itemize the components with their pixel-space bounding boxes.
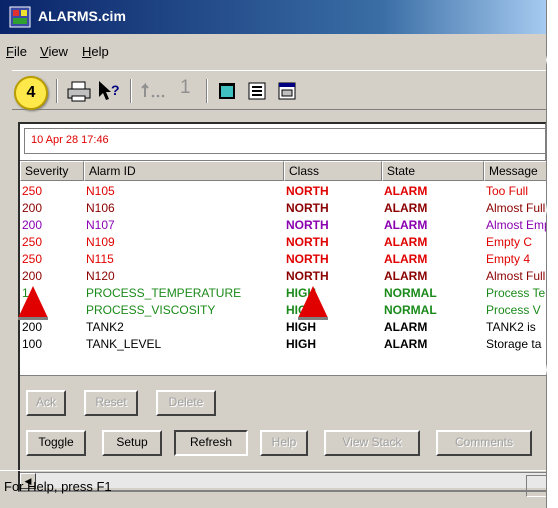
cell-severity: 200 xyxy=(22,201,43,215)
cell-state: ALARM xyxy=(384,235,428,249)
cell-state: ALARM xyxy=(384,269,428,283)
column-header-class[interactable]: Class xyxy=(284,161,382,181)
cell-message: Empty 4 xyxy=(486,252,531,266)
reset-button[interactable]: Reset xyxy=(84,390,138,416)
comments-button[interactable]: Comments xyxy=(436,430,532,456)
toolbar-separator xyxy=(130,79,132,103)
help-button[interactable]: Help xyxy=(260,430,308,456)
table-row[interactable]: 200 TANK2 HIGH ALARM TANK2 is xyxy=(20,319,546,336)
alarms-window: ALARMS.cim File View Help ? 1 4 10 Apr 2… xyxy=(0,0,547,508)
cell-severity: 250 xyxy=(22,235,43,249)
cell-state: ALARM xyxy=(384,320,428,334)
cell-state: ALARM xyxy=(384,201,428,215)
cell-message: Almost Empty xyxy=(486,218,546,232)
context-help-icon[interactable]: ? xyxy=(96,79,122,103)
cell-id: N120 xyxy=(86,269,115,283)
column-header-state[interactable]: State xyxy=(382,161,484,181)
ack-button[interactable]: Ack xyxy=(26,390,66,416)
cell-class: NORTH xyxy=(286,201,329,215)
status-text: For Help, press F1 xyxy=(4,479,112,494)
cell-state: ALARM xyxy=(384,184,428,198)
status-bar: For Help, press F1 xyxy=(0,470,546,500)
cell-class: NORTH xyxy=(286,269,329,283)
cell-state: ALARM xyxy=(384,252,428,266)
red-arrow-marker-icon xyxy=(18,286,48,320)
toolbar-separator xyxy=(206,79,208,103)
cell-severity: 200 xyxy=(22,269,43,283)
table-row[interactable]: 200 N120 NORTH ALARM Almost Full xyxy=(20,268,546,285)
svg-text:?: ? xyxy=(111,82,120,98)
table-row[interactable]: 1PROCESS_VISCOSITYHIGHNORMALProcess V xyxy=(20,302,546,319)
setup-button[interactable]: Setup xyxy=(102,430,162,456)
date-line: 10 Apr 28 17:46 xyxy=(24,128,546,154)
cell-message: TANK2 is xyxy=(486,320,536,334)
cell-severity: 100 xyxy=(22,337,43,351)
refresh-button[interactable]: Refresh xyxy=(174,430,248,456)
toolbar-counter: 1 xyxy=(180,77,191,98)
print-icon[interactable] xyxy=(66,79,92,103)
cell-id: TANK_LEVEL xyxy=(86,337,162,351)
cell-severity: 250 xyxy=(22,252,43,266)
cell-state: NORMAL xyxy=(384,303,437,317)
window-title: ALARMS.cim xyxy=(38,8,126,24)
table-row[interactable]: 200 N106 NORTH ALARM Almost Full xyxy=(20,200,546,217)
toolbar: ? 1 xyxy=(12,70,546,110)
table-row[interactable]: 200 N107 NORTH ALARM Almost Empty xyxy=(20,217,546,234)
cell-class: NORTH xyxy=(286,252,329,266)
cell-message: Storage ta xyxy=(486,337,542,351)
cell-state: ALARM xyxy=(384,218,428,232)
cell-message: Too Full xyxy=(486,184,529,198)
alarm-panel: 10 Apr 28 17:46 Severity Alarm ID Class … xyxy=(18,122,546,492)
menu-file[interactable]: File xyxy=(6,44,27,59)
cell-severity: 200 xyxy=(22,218,43,232)
table-row[interactable]: 250 N105 NORTH ALARM Too Full xyxy=(20,183,546,200)
cell-id: PROCESS_TEMPERATURE xyxy=(86,286,242,300)
table-row[interactable]: 100 TANK_LEVEL HIGH ALARM Storage ta xyxy=(20,336,546,353)
menu-bar: File View Help xyxy=(0,38,546,62)
back-arrow-icon[interactable] xyxy=(140,79,168,103)
red-arrow-marker-icon xyxy=(298,286,328,320)
view-stack-button[interactable]: View Stack xyxy=(324,430,420,456)
table-row[interactable]: 1 PROCESS_TEMPERATURE HIGH NORMAL Process Te xyxy=(20,285,546,302)
cell-message: Almost Full xyxy=(486,201,546,215)
view-list-icon[interactable] xyxy=(246,79,268,103)
cell-severity: 200 xyxy=(22,320,43,334)
table-row[interactable]: 250 N109 NORTH ALARM Empty C xyxy=(20,234,546,251)
cell-message: Process V xyxy=(486,303,541,317)
cell-id: N106 xyxy=(86,201,115,215)
cell-class: NORTH xyxy=(286,184,329,198)
cell-class: NORTH xyxy=(286,218,329,232)
cell-message: Process Te xyxy=(486,286,546,300)
toggle-button[interactable]: Toggle xyxy=(26,430,86,456)
column-header-message[interactable]: Message xyxy=(484,161,546,181)
cell-class: NORTH xyxy=(286,235,329,249)
cell-severity: 250 xyxy=(22,184,43,198)
title-bar[interactable]: ALARMS.cim xyxy=(0,0,546,34)
app-icon xyxy=(9,6,31,28)
step-badge: 4 xyxy=(14,76,48,110)
cell-id: N107 xyxy=(86,218,115,232)
view-details-icon[interactable] xyxy=(276,79,298,103)
torn-edge xyxy=(546,0,558,508)
delete-button[interactable]: Delete xyxy=(156,390,216,416)
table-row[interactable]: 250 N115 NORTH ALARM Empty 4 xyxy=(20,251,546,268)
column-header-alarm-id[interactable]: Alarm ID xyxy=(84,161,284,181)
cell-id: N109 xyxy=(86,235,115,249)
menu-view[interactable]: View xyxy=(40,44,68,59)
cell-message: Empty C xyxy=(486,235,533,249)
view-window-icon[interactable] xyxy=(216,79,238,103)
cell-class: HIGH xyxy=(286,320,316,334)
cell-id: N105 xyxy=(86,184,115,198)
column-header-severity[interactable]: Severity xyxy=(20,161,84,181)
toolbar-separator xyxy=(56,79,58,103)
menu-help[interactable]: Help xyxy=(82,44,109,59)
cell-state: ALARM xyxy=(384,337,428,351)
cell-id: N115 xyxy=(86,252,114,266)
cell-id: PROCESS_VISCOSITY xyxy=(86,303,216,317)
cell-id: TANK2 xyxy=(86,320,124,334)
cell-state: NORMAL xyxy=(384,286,437,300)
alarm-list[interactable]: Severity Alarm ID Class State Message 25… xyxy=(20,160,546,376)
cell-message: Almost Full xyxy=(486,269,546,283)
cell-class: HIGH xyxy=(286,337,316,351)
